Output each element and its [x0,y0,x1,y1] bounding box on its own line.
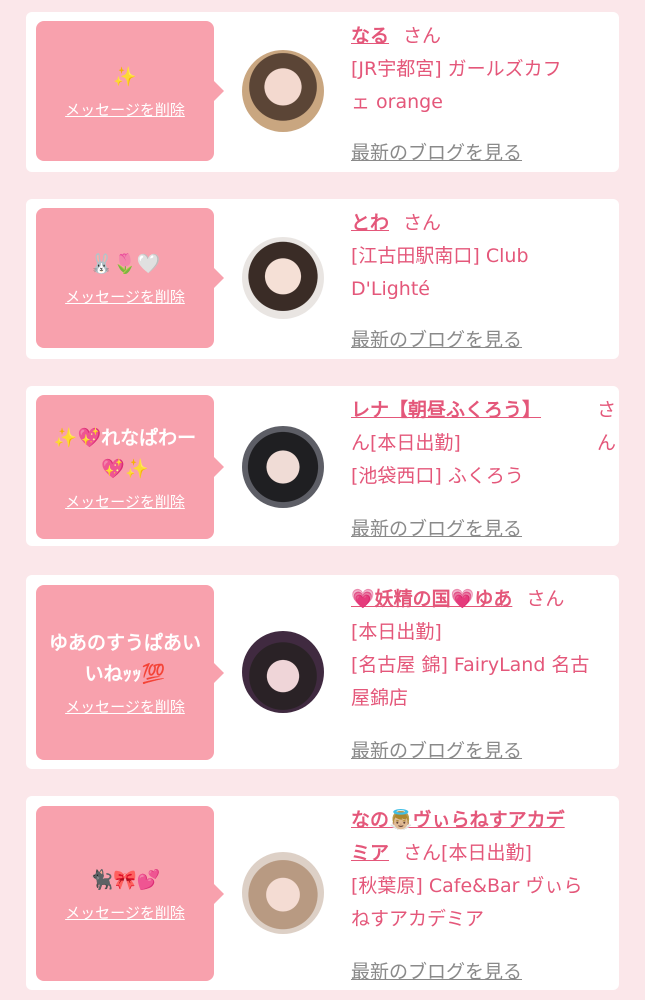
profile-info: なの👼🏼ヴぃらねすアカデ ミア さん[本日出勤] [秋葉原] Cafe&Bar ヴ… [351,804,611,983]
message-bubble: ✨ メッセージを削除 [36,21,224,161]
shop-info-line: 屋錦店 [351,687,409,709]
profile-name-link[interactable]: なる [351,25,389,47]
profile-name-link[interactable]: ミア [351,842,389,864]
avatar[interactable] [242,631,324,713]
profile-name-link[interactable]: レナ【朝昼ふくろう】 [351,399,541,421]
delete-message-link[interactable]: メッセージを削除 [65,696,185,717]
latest-blog-link[interactable]: 最新のブログを見る [351,324,522,356]
delete-message-link[interactable]: メッセージを削除 [65,99,185,120]
delete-message-link[interactable]: メッセージを削除 [65,286,185,307]
shop-info-line: [秋葉原] Cafe&Bar ヴぃら [351,875,583,897]
shop-info-line: ェ orange [351,91,443,113]
honorific: さん [403,842,442,864]
honorific: さん [597,399,617,454]
message-bubble: 🐰🌷🤍 メッセージを削除 [36,208,224,348]
profile-name-link[interactable]: 💗妖精の国💗ゆあ [351,588,512,610]
honorific: さん [403,212,442,234]
shop-info-line: [池袋西口] ふくろう [351,465,524,487]
shop-info-line: D'Lighté [351,278,430,300]
avatar[interactable] [242,426,324,508]
message-bubble: 🐈‍⬛🎀💕 メッセージを削除 [36,806,224,981]
message-text: ゆあのすうぱあいいねｯｯ💯 [48,632,201,685]
latest-blog-link[interactable]: 最新のブログを見る [351,956,522,988]
profile-info: とわ さん [江古田駅南口] Club D'Lighté 最新のブログを見る [351,207,611,351]
shop-info-line: [江古田駅南口] Club [351,245,529,267]
latest-blog-link[interactable]: 最新のブログを見る [351,513,522,545]
avatar[interactable] [242,50,324,132]
list-item: ゆあのすうぱあいいねｯｯ💯 メッセージを削除 💗妖精の国💗ゆあ さん [本日出勤]… [26,575,619,769]
list-item: 🐈‍⬛🎀💕 メッセージを削除 なの👼🏼ヴぃらねすアカデ ミア さん[本日出勤] [… [26,796,619,990]
shop-info-line: [本日出勤] [351,621,442,643]
message-bubble: ✨💖れなぱわー💖✨ メッセージを削除 [36,395,224,539]
message-text: 🐈‍⬛🎀💕 [89,868,161,891]
shop-info-line: [JR宇都宮] ガールズカフ [351,58,562,80]
status-text: [本日出勤] [441,842,532,864]
honorific: さん [526,588,565,610]
profile-name-link[interactable]: なの👼🏼ヴぃらねすアカデ [351,809,565,831]
shop-info-line: [名古屋 錦] FairyLand 名古 [351,654,590,676]
list-item: 🐰🌷🤍 メッセージを削除 とわ さん [江古田駅南口] Club D'Lighté… [26,199,619,359]
shop-info-line: ん[本日出勤] [351,432,461,454]
message-bubble: ゆあのすうぱあいいねｯｯ💯 メッセージを削除 [36,585,224,760]
list-item: ✨ メッセージを削除 なる さん [JR宇都宮] ガールズカフ ェ orange … [26,12,619,172]
message-text: ✨ [113,66,137,88]
avatar[interactable] [242,852,324,934]
latest-blog-link[interactable]: 最新のブログを見る [351,735,522,767]
avatar[interactable] [242,237,324,319]
list-item: ✨💖れなぱわー💖✨ メッセージを削除 レナ【朝昼ふくろう】 さん ん[本日出勤]… [26,386,619,546]
shop-info-line: ねすアカデミア [351,908,485,930]
profile-info: なる さん [JR宇都宮] ガールズカフ ェ orange 最新のブログを見る [351,20,611,164]
latest-blog-link[interactable]: 最新のブログを見る [351,137,522,169]
message-text: 🐰🌷🤍 [89,253,161,275]
profile-info: 💗妖精の国💗ゆあ さん [本日出勤] [名古屋 錦] FairyLand 名古 屋… [351,583,611,762]
message-list: ✨ メッセージを削除 なる さん [JR宇都宮] ガールズカフ ェ orange … [0,0,645,1000]
honorific: さん [403,25,442,47]
delete-message-link[interactable]: メッセージを削除 [65,491,185,512]
message-text: ✨💖れなぱわー💖✨ [53,426,197,480]
delete-message-link[interactable]: メッセージを削除 [65,902,185,923]
profile-name-link[interactable]: とわ [351,212,389,234]
profile-info: レナ【朝昼ふくろう】 さん ん[本日出勤] [池袋西口] ふくろう 最新のブログ… [351,394,616,540]
